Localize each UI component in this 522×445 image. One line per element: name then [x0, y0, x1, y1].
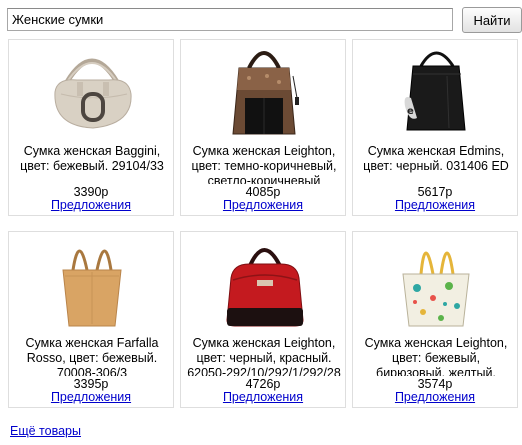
product-card: Сумка женская Baggini, цвет: бежевый. 29… [8, 39, 174, 216]
product-price: 3390р [73, 185, 109, 199]
red-doctor-bag-image[interactable] [209, 234, 319, 328]
offers-link[interactable]: Предложения [9, 198, 173, 213]
offers-link[interactable]: Предложения [9, 390, 173, 405]
product-card: Сумка женская Leighton, цвет: темно-кори… [180, 39, 346, 216]
brown-tote-handbag-image[interactable] [209, 42, 319, 136]
product-title: Сумка женская Leighton, цвет: бежевый, б… [364, 336, 508, 376]
black-shoulder-bag-image[interactable]: e [381, 42, 491, 136]
offers-link[interactable]: Предложения [353, 390, 517, 405]
product-price: 3574р [417, 377, 453, 391]
svg-text:e: e [407, 106, 414, 117]
printed-canvas-tote-image[interactable] [381, 234, 491, 328]
search-input[interactable] [7, 8, 453, 31]
product-card: Сумка женская Farfalla Rosso, цвет: беже… [8, 231, 174, 408]
product-title: Сумка женская Baggini, цвет: бежевый. 29… [20, 144, 164, 173]
product-title: Сумка женская Farfalla Rosso, цвет: беже… [25, 336, 159, 376]
product-title: Сумка женская Leighton, цвет: черный, кр… [187, 336, 341, 376]
tan-leather-tote-image[interactable] [37, 234, 147, 328]
offers-link[interactable]: Предложения [353, 198, 517, 213]
product-price: 4726р [245, 377, 281, 391]
search-button[interactable]: Найти [462, 7, 522, 33]
offers-link[interactable]: Предложения [181, 198, 345, 213]
product-card: Сумка женская Leighton, цвет: бежевый, б… [352, 231, 518, 408]
search-bar: Найти [7, 7, 522, 33]
product-card: Сумка женская Leighton, цвет: черный, кр… [180, 231, 346, 408]
product-price: 3395р [73, 377, 109, 391]
more-products-link[interactable]: Ещё товары [10, 424, 81, 438]
product-title: Сумка женская Leighton, цвет: темно-кори… [191, 144, 337, 184]
product-price: 4085р [245, 185, 281, 199]
offers-link[interactable]: Предложения [181, 390, 345, 405]
product-price: 5617р [417, 185, 453, 199]
product-title: Сумка женская Edmins, цвет: черный. 0314… [363, 144, 509, 173]
beige-hobo-handbag-image[interactable] [37, 42, 147, 136]
product-card: e Сумка женская Edmins, цвет: черный. 03… [352, 39, 518, 216]
